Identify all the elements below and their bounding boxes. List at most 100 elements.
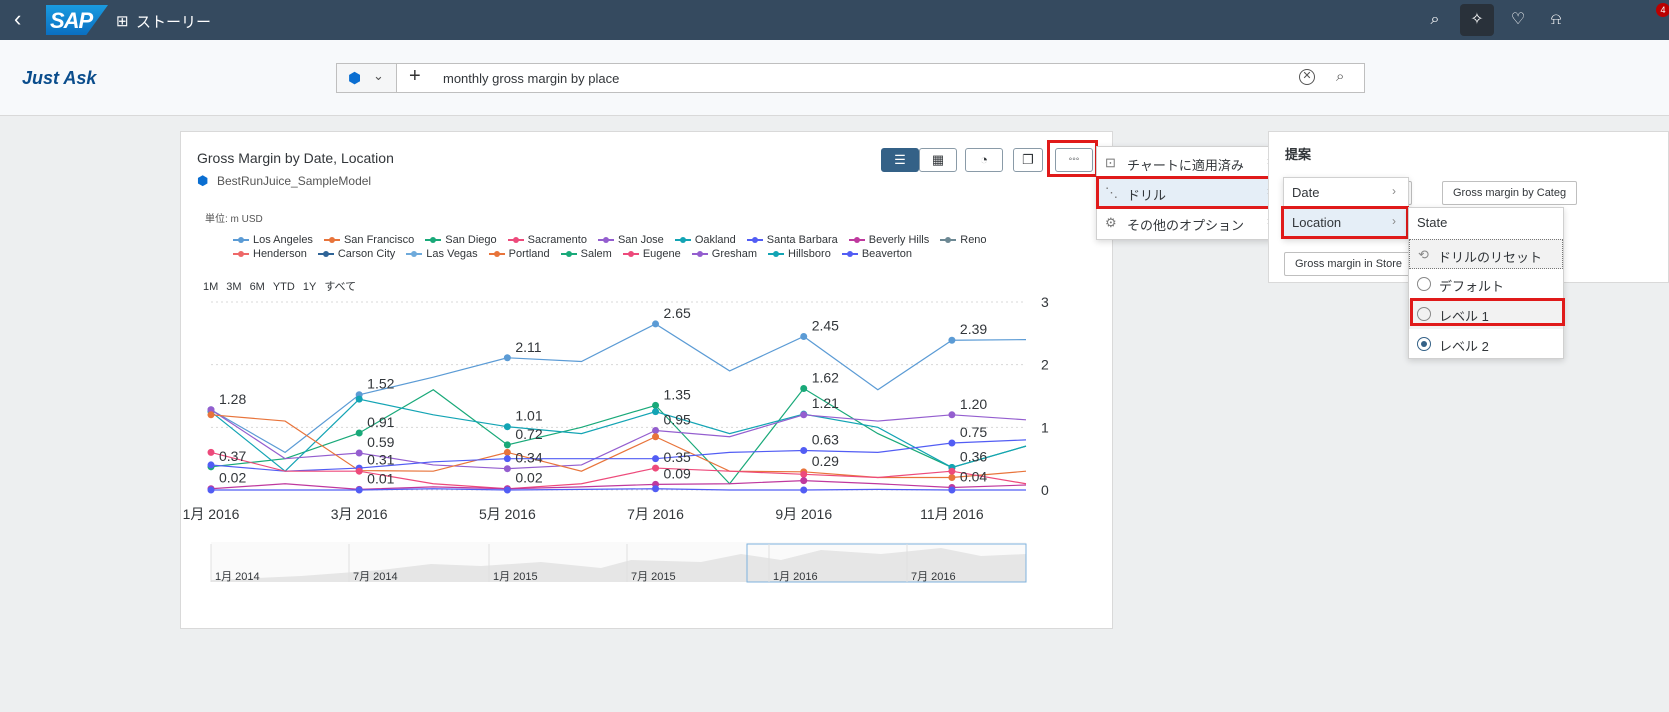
notification-bell-icon[interactable]: ⍾ — [1544, 8, 1568, 32]
legend-item[interactable]: San Diego — [425, 234, 497, 246]
navigator-label: 1月 2015 — [493, 571, 538, 583]
legend-label: Portland — [508, 248, 550, 260]
back-chevron-icon[interactable]: ‹ — [14, 8, 36, 32]
navigator-label: 7月 2014 — [353, 571, 398, 583]
data-point — [503, 423, 511, 431]
model-selector[interactable]: ⬢ ⌄ — [337, 64, 397, 92]
x-tick-label: 3月 2016 — [331, 506, 388, 522]
x-tick-label: 7月 2016 — [627, 506, 684, 522]
radio-button[interactable] — [1417, 277, 1431, 291]
highlight-box — [1410, 298, 1565, 326]
legend-label: Carson City — [337, 248, 396, 260]
menu-item-applied[interactable]: ⊡ チャートに適用済み › — [1097, 148, 1283, 178]
legend-marker-icon — [848, 237, 865, 244]
search-icon[interactable]: ⌕ — [1336, 68, 1344, 85]
data-label: 0.36 — [960, 448, 987, 464]
legend-label: Las Vegas — [426, 248, 478, 260]
legend-item[interactable]: San Francisco — [323, 234, 414, 246]
suggestion-chip[interactable]: Gross margin in Store — [1284, 252, 1413, 276]
menu-item-other-options[interactable]: ⚙ その他のオプション › — [1097, 208, 1283, 238]
level-option-label: レベル 2 — [1439, 339, 1489, 354]
data-label: 1.01 — [515, 408, 542, 424]
data-point — [800, 332, 808, 340]
chevron-down-icon: ⌄ — [373, 68, 384, 83]
legend-item[interactable]: Gresham — [691, 248, 757, 260]
logo-text: SAP — [50, 8, 93, 33]
legend-marker-icon — [233, 251, 249, 258]
story-icon: ⊞ — [116, 13, 129, 30]
data-point — [207, 448, 215, 456]
y-tick-label: 3 — [1041, 294, 1049, 310]
chart-card: Gross Margin by Date, Location ⬢ BestRun… — [180, 131, 1113, 629]
legend-item[interactable]: Salem — [560, 248, 612, 260]
model-icon: ⬢ — [348, 70, 362, 87]
page-title: Just Ask — [22, 68, 97, 88]
data-point — [652, 426, 660, 434]
legend-item[interactable]: Portland — [488, 248, 550, 260]
level-option-2[interactable]: レベル 2 — [1409, 329, 1563, 359]
data-point — [503, 465, 511, 473]
x-tick-label: 11月 2016 — [920, 506, 984, 522]
level-header: State — [1409, 208, 1563, 238]
legend-item[interactable]: Beverly Hills — [848, 234, 929, 246]
drill-reset-item[interactable]: ⟲ ドリルのリセット — [1409, 239, 1563, 269]
legend-label: Henderson — [253, 248, 307, 260]
legend-marker-icon — [323, 237, 340, 244]
data-label: 1.35 — [664, 386, 691, 402]
legend-item[interactable]: Sacramento — [507, 234, 587, 246]
data-point — [800, 411, 808, 419]
legend-item[interactable]: Oakland — [674, 234, 736, 246]
data-label: 0.01 — [367, 470, 394, 486]
legend-item[interactable]: Santa Barbara — [746, 234, 838, 246]
data-label: 0.75 — [960, 424, 987, 440]
data-point — [800, 486, 808, 494]
legend-item[interactable]: Henderson — [233, 248, 307, 260]
lightbulb-icon[interactable]: ♡ — [1506, 8, 1530, 32]
legend-item[interactable]: San Jose — [597, 234, 664, 246]
legend-item[interactable]: Carson City — [317, 248, 396, 260]
drill-item-date[interactable]: Date › — [1284, 178, 1408, 208]
data-label: 0.04 — [960, 468, 987, 484]
search-input[interactable]: monthly gross margin by place — [443, 71, 619, 86]
data-label: 2.39 — [960, 321, 987, 337]
shell-bar: ‹ SAP ⊞ ストーリー ⌕ ✧ ♡ ⍾ 4 — [0, 0, 1669, 40]
chart-filter-icon: ⊡ — [1105, 155, 1116, 170]
legend-item[interactable]: Los Angeles — [233, 234, 313, 246]
add-icon[interactable]: + — [409, 65, 421, 88]
series-line — [210, 398, 1027, 473]
copy-button[interactable]: ❐ — [1013, 148, 1043, 172]
legend-item[interactable]: Beaverton — [841, 248, 912, 260]
data-point — [948, 411, 956, 419]
legend-label: San Jose — [617, 234, 664, 246]
story-label[interactable]: ストーリー — [136, 11, 211, 32]
data-point — [207, 411, 215, 419]
model-icon: ⬢ — [197, 173, 209, 188]
x-tick-label: 1月 2016 — [183, 506, 240, 522]
chart-settings-button[interactable]: ◔ — [965, 148, 1003, 172]
menu-item-label: チャートに適用済み — [1127, 158, 1244, 173]
legend-marker-icon — [691, 251, 708, 258]
legend-item[interactable]: Eugene — [622, 248, 681, 260]
suggestion-chip[interactable]: Gross margin by Categ — [1442, 181, 1578, 205]
data-point — [503, 486, 511, 494]
data-point — [503, 448, 511, 456]
data-point — [800, 470, 808, 478]
legend-item[interactable]: Reno — [940, 234, 987, 246]
clear-icon[interactable]: ✕ — [1299, 69, 1315, 85]
data-label: 0.02 — [515, 470, 542, 486]
model-name: BestRunJuice_SampleModel — [217, 174, 372, 188]
radio-button-selected[interactable] — [1417, 337, 1431, 351]
ai-assistant-icon[interactable]: ✧ — [1460, 4, 1494, 36]
data-point — [948, 486, 956, 494]
search-icon[interactable]: ⌕ — [1423, 8, 1447, 32]
navigator-label: 7月 2016 — [911, 571, 956, 583]
highlight-box — [1096, 176, 1284, 209]
legend-item[interactable]: Hillsboro — [768, 248, 831, 260]
data-point — [652, 408, 660, 416]
legend-item[interactable]: Las Vegas — [406, 248, 478, 260]
legend-row-1: Los Angeles San Francisco San Diego Sacrame… — [233, 234, 998, 246]
data-point — [355, 395, 363, 403]
level-option-default[interactable]: デフォルト — [1409, 269, 1563, 299]
chart-view-button[interactable]: ☰ — [881, 148, 919, 172]
table-view-button[interactable]: ▦ — [919, 148, 957, 172]
